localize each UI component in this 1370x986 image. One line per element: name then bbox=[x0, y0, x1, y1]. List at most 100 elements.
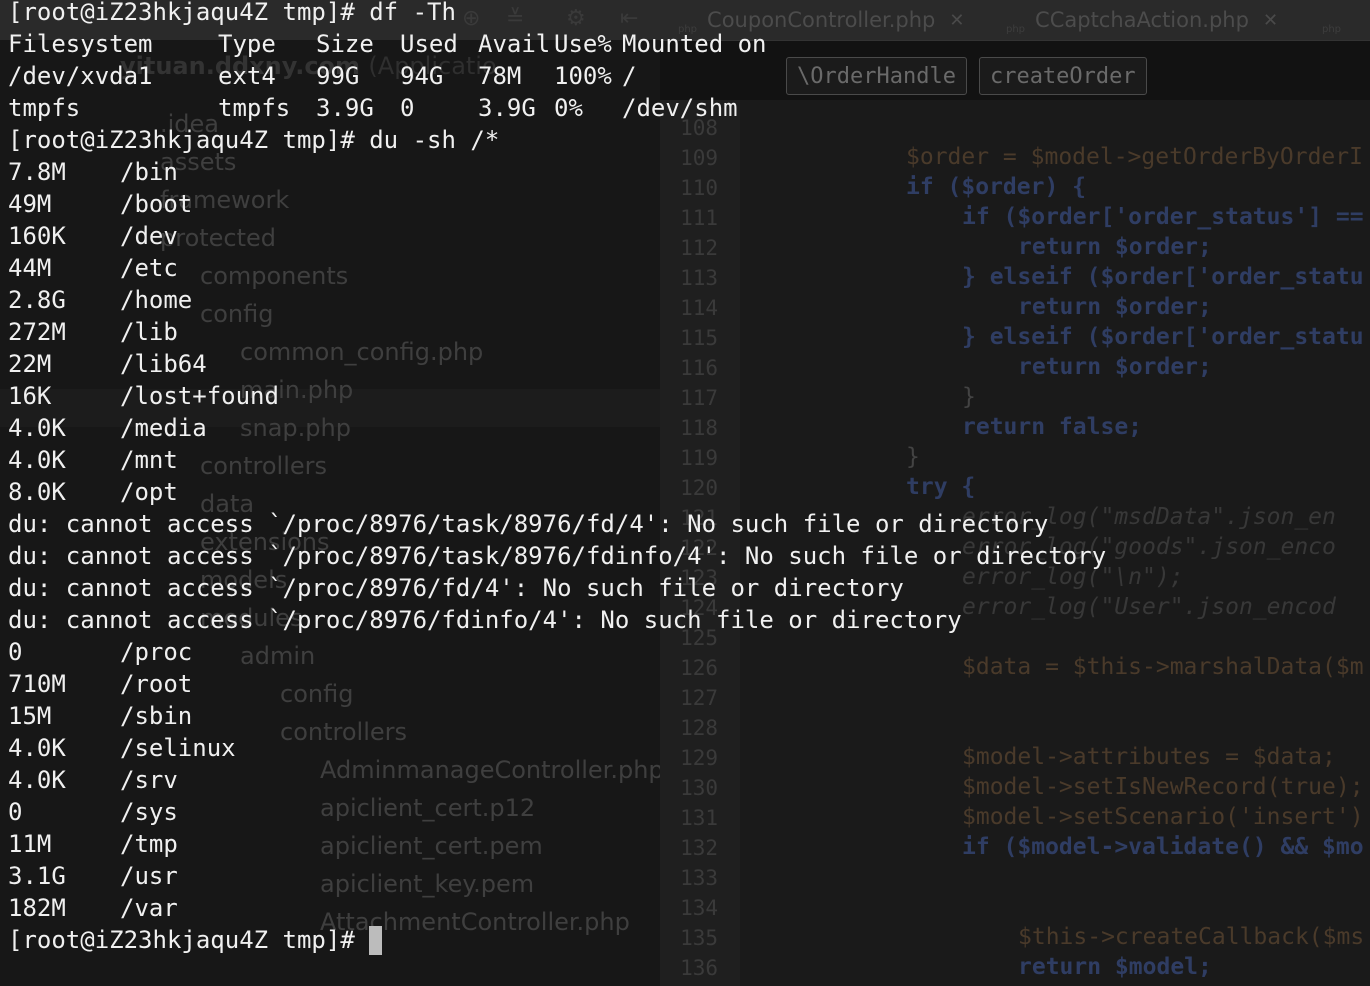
command-text: du -sh /* bbox=[369, 126, 500, 154]
df-header-type: Type bbox=[218, 30, 276, 58]
du-row: 4.0K/srv bbox=[8, 764, 1370, 796]
du-path: /selinux bbox=[120, 734, 236, 762]
command-line: [root@iZ23hkjaqu4Z tmp]# du -sh /* bbox=[8, 124, 499, 156]
du-path: /lib64 bbox=[120, 350, 207, 378]
du-path: /lost+found bbox=[120, 382, 279, 410]
du-path: /srv bbox=[120, 766, 178, 794]
shell-prompt: [root@iZ23hkjaqu4Z tmp]# bbox=[8, 0, 370, 26]
du-path: /bin bbox=[120, 158, 178, 186]
du-size: 3.1G bbox=[8, 862, 66, 890]
df-mounted: / bbox=[622, 62, 637, 90]
prompt-line: [root@iZ23hkjaqu4Z tmp]# bbox=[8, 924, 1370, 956]
shell-prompt: [root@iZ23hkjaqu4Z tmp]# bbox=[8, 926, 370, 954]
error-line: du: cannot access `/proc/8976/fdinfo/4':… bbox=[8, 604, 1370, 636]
df-row: tmpfs tmpfs 3.9G 0 3.9G 0% /dev/shm bbox=[8, 92, 1370, 124]
du-size: 44M bbox=[8, 254, 52, 282]
du-row: 4.0K/mnt bbox=[8, 444, 1370, 476]
du-row: 3.1G/usr bbox=[8, 860, 1370, 892]
du-path: /lib bbox=[120, 318, 178, 346]
du-path: /opt bbox=[120, 478, 178, 506]
df-usepct: 100% bbox=[554, 62, 612, 90]
error-line: du: cannot access `/proc/8976/fd/4': No … bbox=[8, 572, 1370, 604]
df-avail: 3.9G bbox=[478, 94, 536, 122]
df-header-mounted: Mounted on bbox=[622, 30, 767, 58]
du-row: 8.0K/opt bbox=[8, 476, 1370, 508]
du-row: 2.8G/home bbox=[8, 284, 1370, 316]
command-line: [root@iZ23hkjaqu4Z tmp]# df -Th bbox=[8, 0, 456, 28]
du-row: 16K/lost+found bbox=[8, 380, 1370, 412]
du-size: 4.0K bbox=[8, 766, 66, 794]
du-path: /tmp bbox=[120, 830, 178, 858]
du-row: 7.8M/bin bbox=[8, 156, 1370, 188]
du-row: 11M/tmp bbox=[8, 828, 1370, 860]
df-filesystem: tmpfs bbox=[8, 94, 81, 122]
error-message: du: cannot access `/proc/8976/fd/4': No … bbox=[8, 574, 904, 602]
du-size: 182M bbox=[8, 894, 66, 922]
du-row: 0/proc bbox=[8, 636, 1370, 668]
du-path: /etc bbox=[120, 254, 178, 282]
prompt-line: [root@iZ23hkjaqu4Z tmp]# df -Th bbox=[8, 0, 1370, 28]
df-header-avail: Avail bbox=[478, 30, 551, 58]
df-header-usepct: Use% bbox=[554, 30, 612, 58]
du-path: /boot bbox=[120, 190, 193, 218]
du-row: 4.0K/media bbox=[8, 412, 1370, 444]
du-path: /sys bbox=[120, 798, 178, 826]
error-message: du: cannot access `/proc/8976/task/8976/… bbox=[8, 510, 1049, 538]
du-row: 49M/boot bbox=[8, 188, 1370, 220]
du-row: 15M/sbin bbox=[8, 700, 1370, 732]
df-used: 0 bbox=[400, 94, 415, 122]
error-message: du: cannot access `/proc/8976/task/8976/… bbox=[8, 542, 1107, 570]
du-size: 15M bbox=[8, 702, 52, 730]
du-path: /proc bbox=[120, 638, 193, 666]
du-size: 49M bbox=[8, 190, 52, 218]
df-size: 3.9G bbox=[316, 94, 374, 122]
df-row: /dev/xvda1 ext4 99G 94G 78M 100% / bbox=[8, 60, 1370, 92]
du-path: /home bbox=[120, 286, 193, 314]
du-path: /usr bbox=[120, 862, 178, 890]
df-header-used: Used bbox=[400, 30, 458, 58]
terminal[interactable]: [root@iZ23hkjaqu4Z tmp]# df -Th Filesyst… bbox=[8, 0, 1370, 986]
df-type: tmpfs bbox=[218, 94, 291, 122]
du-size: 22M bbox=[8, 350, 52, 378]
df-header-filesystem: Filesystem bbox=[8, 30, 153, 58]
du-size: 710M bbox=[8, 670, 66, 698]
du-path: /root bbox=[120, 670, 193, 698]
text-cursor bbox=[369, 926, 383, 955]
command-text: df -Th bbox=[369, 0, 456, 26]
du-size: 0 bbox=[8, 638, 23, 666]
error-line: du: cannot access `/proc/8976/task/8976/… bbox=[8, 540, 1370, 572]
du-size: 7.8M bbox=[8, 158, 66, 186]
error-line: du: cannot access `/proc/8976/task/8976/… bbox=[8, 508, 1370, 540]
du-size: 4.0K bbox=[8, 414, 66, 442]
du-row: 22M/lib64 bbox=[8, 348, 1370, 380]
prompt-line: [root@iZ23hkjaqu4Z tmp]# du -sh /* bbox=[8, 124, 1370, 156]
df-size: 99G bbox=[316, 62, 360, 90]
df-header-row: Filesystem Type Size Used Avail Use% Mou… bbox=[8, 28, 1370, 60]
du-size: 4.0K bbox=[8, 734, 66, 762]
du-path: /sbin bbox=[120, 702, 193, 730]
du-row: 272M/lib bbox=[8, 316, 1370, 348]
df-usepct: 0% bbox=[554, 94, 583, 122]
du-size: 8.0K bbox=[8, 478, 66, 506]
shell-prompt: [root@iZ23hkjaqu4Z tmp]# bbox=[8, 126, 370, 154]
du-row: 4.0K/selinux bbox=[8, 732, 1370, 764]
df-avail: 78M bbox=[478, 62, 522, 90]
du-row: 710M/root bbox=[8, 668, 1370, 700]
du-size: 4.0K bbox=[8, 446, 66, 474]
du-path: /media bbox=[120, 414, 207, 442]
du-row: 44M/etc bbox=[8, 252, 1370, 284]
du-size: 0 bbox=[8, 798, 23, 826]
df-header-size: Size bbox=[316, 30, 374, 58]
du-row: 160K/dev bbox=[8, 220, 1370, 252]
du-path: /mnt bbox=[120, 446, 178, 474]
du-size: 272M bbox=[8, 318, 66, 346]
du-row: 0/sys bbox=[8, 796, 1370, 828]
du-size: 2.8G bbox=[8, 286, 66, 314]
df-type: ext4 bbox=[218, 62, 276, 90]
du-size: 11M bbox=[8, 830, 52, 858]
df-filesystem: /dev/xvda1 bbox=[8, 62, 153, 90]
df-mounted: /dev/shm bbox=[622, 94, 738, 122]
du-path: /dev bbox=[120, 222, 178, 250]
error-message: du: cannot access `/proc/8976/fdinfo/4':… bbox=[8, 606, 962, 634]
du-size: 160K bbox=[8, 222, 66, 250]
